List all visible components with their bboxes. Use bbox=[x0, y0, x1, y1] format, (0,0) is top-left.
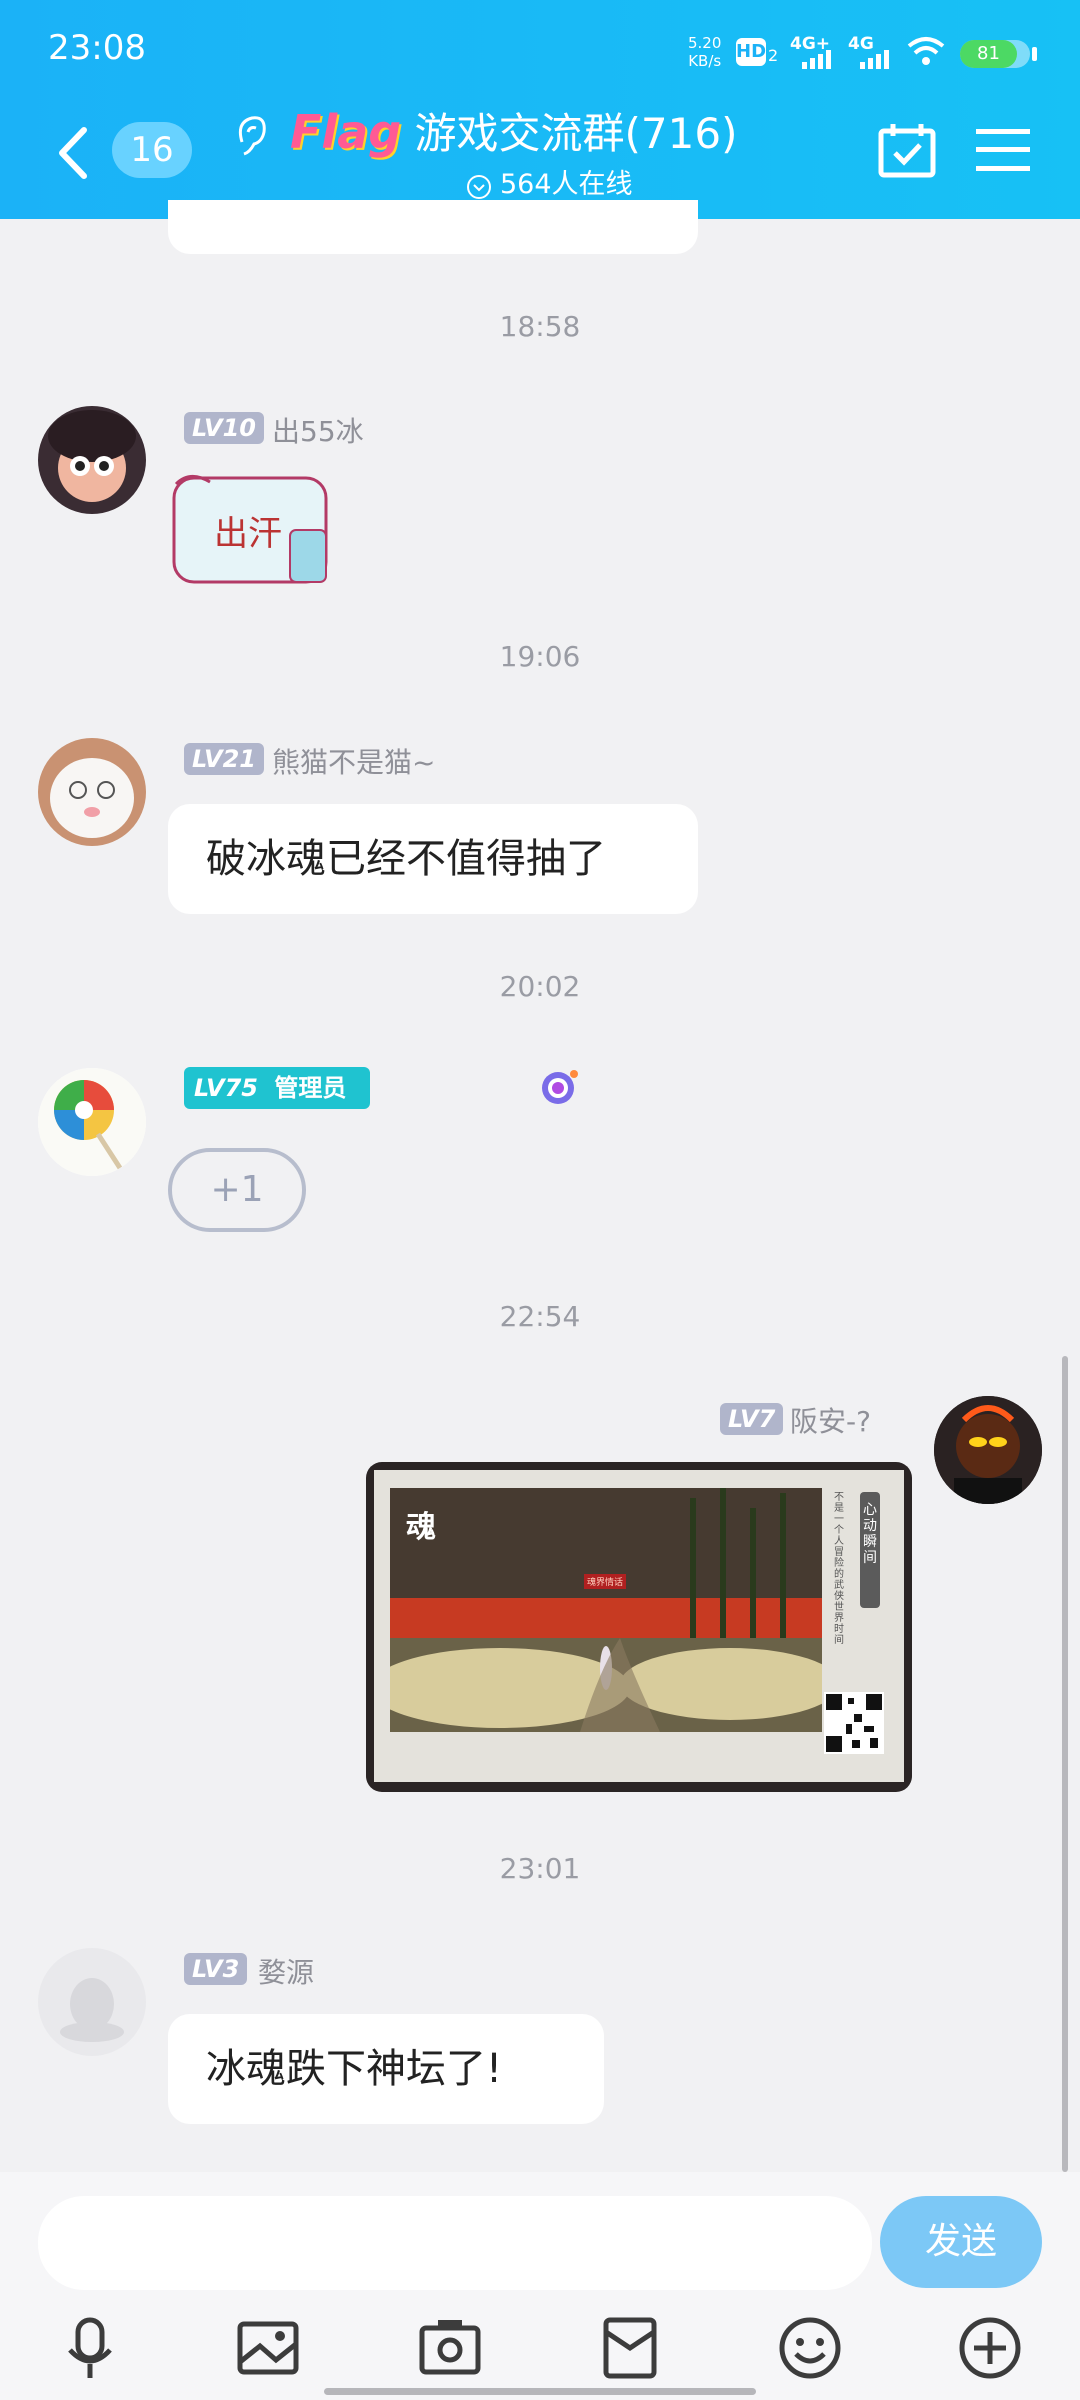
hd-icon: HD bbox=[736, 38, 766, 66]
home-indicator[interactable] bbox=[324, 2388, 756, 2395]
net-speed-unit: KB/s bbox=[688, 52, 722, 70]
group-name: 游戏交流群(716) bbox=[414, 109, 738, 158]
banner-text: 魂界情话 bbox=[584, 1574, 627, 1589]
role-text: 管理员 bbox=[274, 1074, 347, 1102]
red-packet-icon[interactable] bbox=[598, 2316, 662, 2380]
qr-code bbox=[824, 1692, 884, 1754]
avatar[interactable] bbox=[38, 1948, 146, 2056]
shared-image[interactable]: 魂界情话 魂 心动瞬间 不是一个人冒险的武侠世界时间 bbox=[366, 1462, 912, 1792]
back-arrow-icon[interactable] bbox=[56, 126, 92, 180]
wave-badge-icon bbox=[542, 1070, 578, 1104]
scrollbar[interactable] bbox=[1062, 1356, 1068, 2172]
status-time: 23:08 bbox=[48, 28, 146, 68]
level-badge: LV10 bbox=[184, 412, 264, 444]
avatar-image bbox=[38, 738, 146, 846]
penguin-avatar-icon bbox=[60, 1978, 124, 2042]
chevron-down-circle-icon[interactable] bbox=[466, 174, 492, 200]
avatar-image bbox=[38, 1068, 146, 1176]
timestamp: 20:02 bbox=[499, 970, 581, 1003]
timestamp: 23:01 bbox=[499, 1852, 581, 1885]
qr-code-pattern bbox=[826, 1694, 882, 1752]
timestamp: 19:06 bbox=[499, 640, 581, 673]
avatar[interactable] bbox=[934, 1396, 1042, 1504]
battery-icon: 81 bbox=[960, 40, 1030, 68]
microphone-icon[interactable] bbox=[58, 2316, 122, 2380]
sticker[interactable]: 出汗 bbox=[170, 470, 338, 590]
level-badge: LV21 bbox=[184, 743, 264, 775]
sender-name[interactable]: 熊猫不是猫~ bbox=[272, 741, 435, 781]
level-badge: LV7 bbox=[720, 1403, 784, 1435]
tag-label: 心动瞬间 bbox=[860, 1492, 880, 1608]
game-logo: 魂 bbox=[406, 1510, 436, 1545]
flag-logo: Flag bbox=[290, 105, 402, 159]
avatar[interactable] bbox=[38, 738, 146, 846]
timestamp: 22:54 bbox=[499, 1300, 581, 1333]
avatar[interactable] bbox=[38, 406, 146, 514]
emoji-icon[interactable] bbox=[778, 2316, 842, 2380]
net-speed: 5.20 KB/s bbox=[688, 34, 721, 70]
signal-2-icon bbox=[860, 50, 889, 69]
timestamp: 18:58 bbox=[499, 310, 581, 343]
admin-level-badge: LV75 管理员 bbox=[184, 1067, 370, 1109]
signal-1-icon bbox=[802, 50, 831, 69]
online-count[interactable]: 564人在线 bbox=[500, 162, 633, 201]
image-icon[interactable] bbox=[236, 2316, 300, 2380]
group-title[interactable]: Flag 游戏交流群(716) bbox=[290, 100, 737, 161]
level-text: LV75 bbox=[194, 1074, 258, 1102]
ear-icon[interactable] bbox=[232, 112, 272, 158]
net-speed-value: 5.20 bbox=[688, 34, 722, 52]
menu-icon[interactable] bbox=[976, 128, 1030, 172]
level-badge: LV3 bbox=[184, 1953, 248, 1985]
sticker-text: 出汗 bbox=[214, 514, 282, 554]
avatar[interactable] bbox=[38, 1068, 146, 1176]
previous-message-bubble[interactable] bbox=[168, 200, 698, 254]
sender-name[interactable]: 出55冰 bbox=[272, 410, 364, 450]
send-button[interactable]: 发送 bbox=[880, 2196, 1042, 2288]
game-scene bbox=[390, 1488, 822, 1732]
message-input[interactable] bbox=[38, 2196, 872, 2290]
sender-name[interactable]: 阪安-? bbox=[790, 1400, 871, 1440]
unread-badge[interactable]: 16 bbox=[112, 122, 192, 178]
message-bubble[interactable]: 冰魂跌下神坛了! bbox=[168, 2014, 604, 2124]
battery-level: 81 bbox=[960, 40, 1017, 68]
avatar-image bbox=[934, 1396, 1042, 1504]
battery-tip bbox=[1032, 47, 1037, 61]
plus-icon[interactable] bbox=[958, 2316, 1022, 2380]
hd-sub: 2 bbox=[768, 46, 779, 65]
camera-icon[interactable] bbox=[418, 2316, 482, 2380]
calendar-check-icon[interactable] bbox=[878, 122, 936, 178]
game-screenshot: 魂界情话 魂 bbox=[390, 1488, 822, 1732]
message-bubble[interactable]: 破冰魂已经不值得抽了 bbox=[168, 804, 698, 914]
sender-name[interactable]: 婺源 bbox=[258, 1951, 314, 1991]
caption-text: 不是一个人冒险的武侠世界时间 bbox=[834, 1492, 844, 1646]
plus-one-sticker[interactable]: +1 bbox=[168, 1148, 306, 1232]
wifi-icon bbox=[907, 37, 945, 65]
avatar-image bbox=[48, 410, 136, 502]
